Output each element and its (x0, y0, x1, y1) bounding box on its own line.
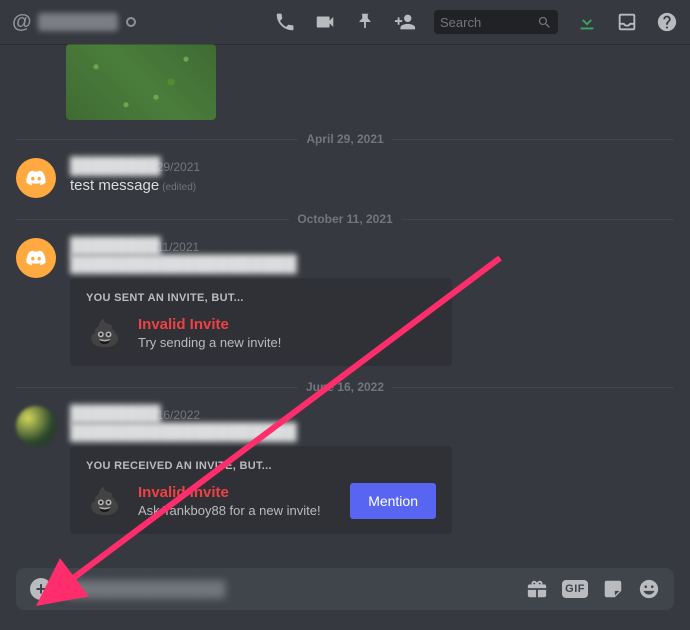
sticker-icon[interactable] (602, 578, 624, 600)
invite-embed-received: YOU RECEIVED AN INVITE, BUT... 💩 Invalid… (70, 446, 452, 534)
header-left: @ ████████ (12, 11, 266, 34)
message-item: ████████ 04/29/2021 test message(edited) (16, 152, 674, 200)
emoji-icon[interactable] (638, 578, 660, 600)
poop-icon: 💩 (86, 482, 124, 520)
invite-embed-sent: YOU SENT AN INVITE, BUT... 💩 Invalid Inv… (70, 278, 452, 366)
discord-logo-icon (25, 167, 47, 189)
mention-button[interactable]: Mention (350, 483, 436, 519)
search-input[interactable]: Search (434, 10, 558, 34)
message-item: ████████ 06/16/2022 ████████████████████… (16, 400, 674, 536)
download-icon[interactable] (576, 11, 598, 33)
status-offline-icon (126, 17, 136, 27)
message-body: ████████ 06/16/2022 ████████████████████… (70, 406, 674, 534)
search-placeholder: Search (440, 15, 481, 30)
message-body: ████████ 04/29/2021 test message(edited) (70, 158, 674, 198)
invite-link[interactable]: ████████████████████ (70, 424, 230, 438)
add-friend-icon[interactable] (394, 11, 416, 33)
date-divider: April 29, 2021 (16, 132, 674, 146)
video-call-icon[interactable] (314, 11, 336, 33)
username[interactable]: ████████ (70, 238, 132, 252)
discord-logo-icon (25, 247, 47, 269)
avatar[interactable] (16, 406, 56, 446)
voice-call-icon[interactable] (274, 11, 296, 33)
message-scroll-area[interactable]: April 29, 2021 ████████ 04/29/2021 test … (0, 44, 690, 568)
date-divider: June 16, 2022 (16, 380, 674, 394)
channel-name: ████████ (38, 13, 118, 31)
header-bar: @ ████████ Search (0, 0, 690, 44)
at-icon: @ (12, 11, 32, 34)
composer-area: + ███████████████ GIF (0, 568, 690, 630)
image-attachment[interactable] (66, 44, 216, 120)
poop-icon: 💩 (86, 314, 124, 352)
invite-status: Invalid Invite (138, 484, 336, 501)
invite-heading: YOU SENT AN INVITE, BUT... (86, 292, 436, 304)
divider-label: October 11, 2021 (289, 212, 400, 226)
invite-heading: YOU RECEIVED AN INVITE, BUT... (86, 460, 436, 472)
divider-label: June 16, 2022 (298, 380, 392, 394)
message-item: ████████ 10/11/2021 ████████████████████… (16, 232, 674, 368)
attach-button[interactable]: + (30, 578, 52, 600)
search-icon (537, 15, 552, 30)
divider-label: April 29, 2021 (298, 132, 391, 146)
invite-subtext: Try sending a new invite! (138, 335, 436, 350)
inbox-icon[interactable] (616, 11, 638, 33)
invite-link[interactable]: ████████████████████ (70, 256, 230, 270)
invite-status: Invalid Invite (138, 316, 436, 333)
composer-input[interactable]: ███████████████ (66, 581, 512, 597)
username[interactable]: ████████ (70, 406, 132, 420)
date-divider: October 11, 2021 (16, 212, 674, 226)
gift-icon[interactable] (526, 578, 548, 600)
avatar[interactable] (16, 238, 56, 278)
avatar[interactable] (16, 158, 56, 198)
pin-icon[interactable] (354, 11, 376, 33)
header-icons: Search (274, 10, 678, 34)
message-body: ████████ 10/11/2021 ████████████████████… (70, 238, 674, 366)
edited-tag: (edited) (162, 182, 196, 193)
message-composer[interactable]: + ███████████████ GIF (16, 568, 674, 610)
username[interactable]: ████████ (70, 158, 132, 172)
help-icon[interactable] (656, 11, 678, 33)
invite-subtext: Ask Tankboy88 for a new invite! (138, 503, 336, 518)
gif-icon[interactable]: GIF (562, 580, 588, 598)
message-text: test message(edited) (70, 176, 674, 196)
